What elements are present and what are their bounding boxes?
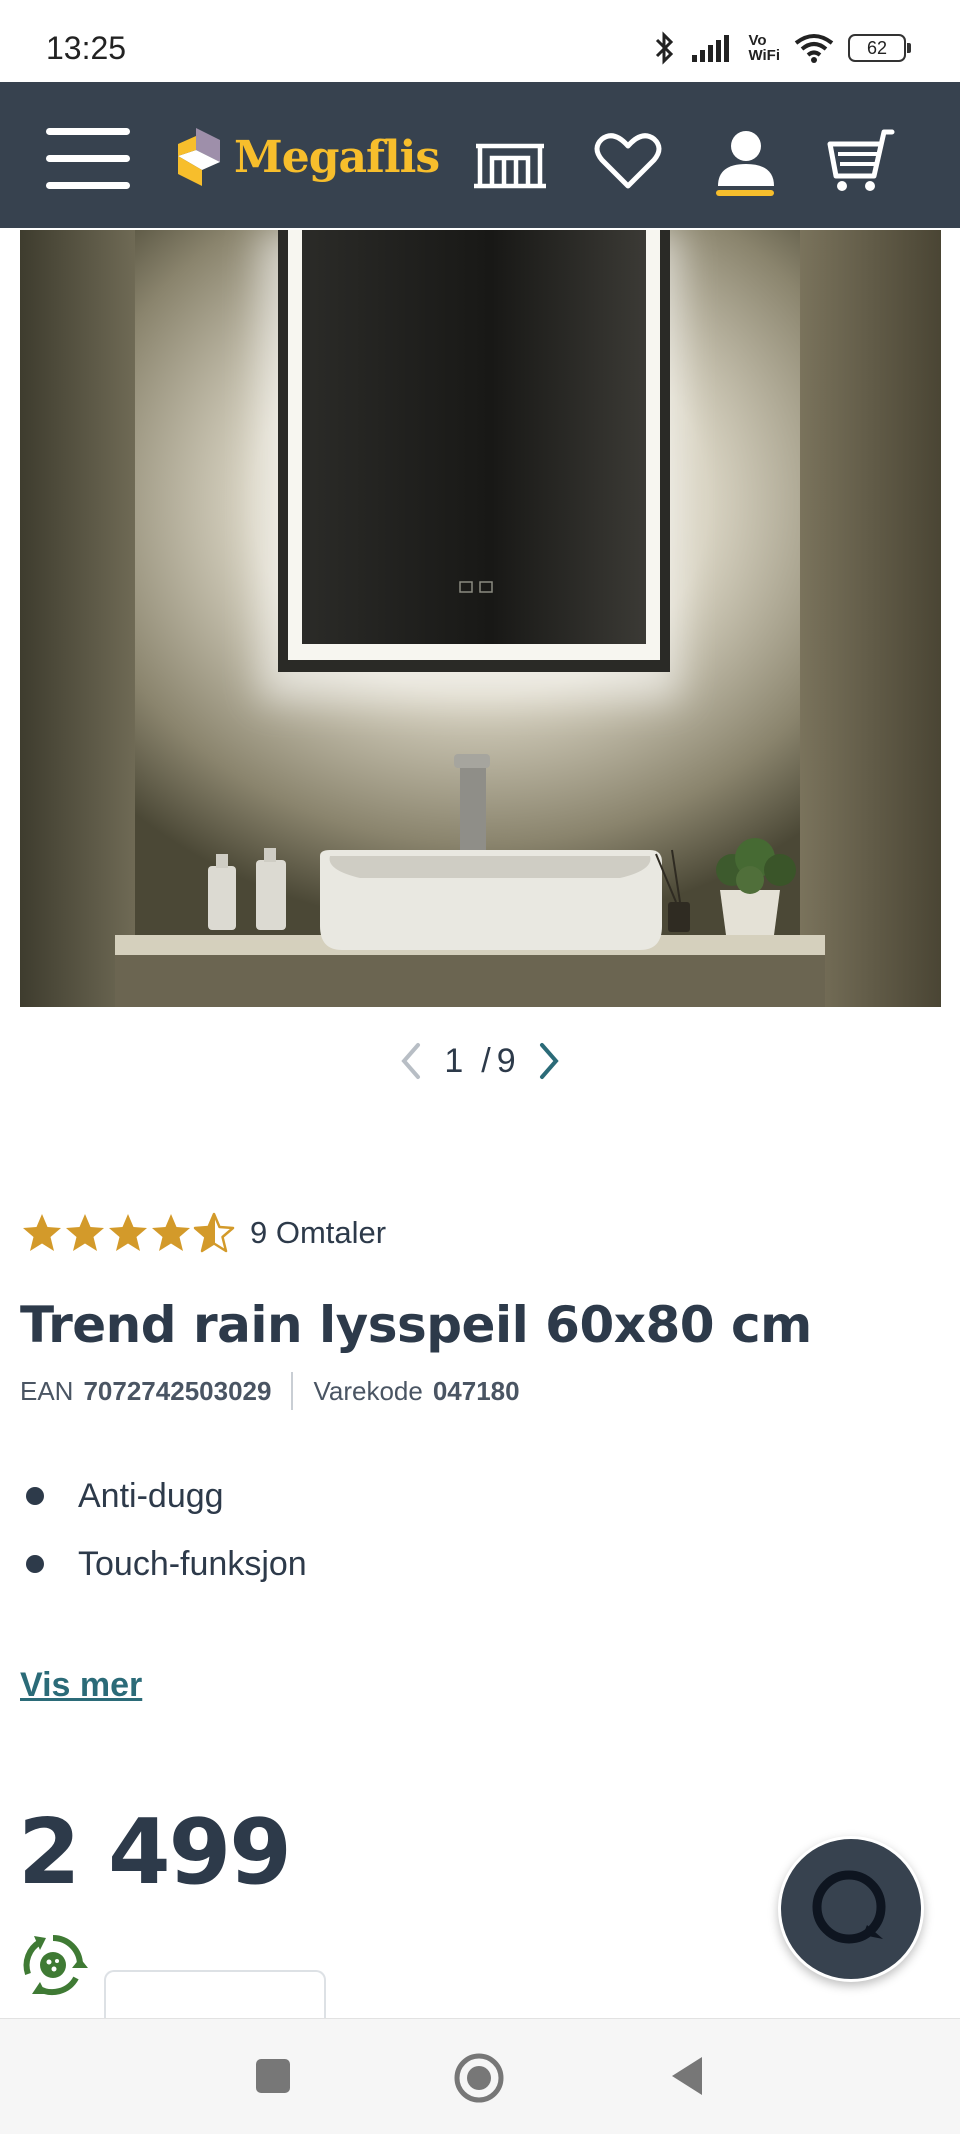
product-rating[interactable]: 9 Omtaler <box>20 1208 386 1258</box>
recents-icon[interactable] <box>248 2051 298 2101</box>
feature-label: Anti-dugg <box>78 1476 224 1515</box>
status-bar: 13:25 Vo WiFi 62 <box>0 0 960 82</box>
gallery-current: 1 <box>444 1041 464 1080</box>
brand-name: Megaflis <box>234 131 440 183</box>
reviews-count[interactable]: 9 Omtaler <box>250 1215 386 1251</box>
bluetooth-icon <box>656 31 674 65</box>
eco-recycle-icon[interactable] <box>18 1930 88 2000</box>
product-price: 2 499 <box>18 1800 292 1905</box>
heart-icon[interactable] <box>588 126 668 196</box>
home-icon[interactable] <box>452 2051 504 2103</box>
bullet-icon <box>26 1555 44 1573</box>
feature-item: Anti-dugg <box>20 1462 307 1530</box>
gallery-total: 9 <box>496 1041 516 1080</box>
ean-value: 7072742503029 <box>83 1375 272 1406</box>
status-time: 13:25 <box>46 30 127 66</box>
site-header: Megaflis <box>0 82 960 228</box>
chevron-left-icon[interactable] <box>396 1041 426 1081</box>
feature-list: Anti-dugg Touch-funksjon <box>20 1462 307 1598</box>
signal-icon <box>692 35 730 62</box>
feature-item: Touch-funksjon <box>20 1530 307 1598</box>
menu-icon[interactable] <box>46 128 130 189</box>
eco-info-box <box>104 1970 326 2022</box>
chat-icon <box>812 1870 886 1944</box>
status-icons: Vo WiFi 62 <box>654 28 911 68</box>
battery-icon: 62 <box>848 34 911 62</box>
code-label: Varekode <box>313 1375 423 1406</box>
system-nav-bar <box>0 2018 960 2134</box>
vowifi-icon: Vo WiFi <box>748 32 780 64</box>
wifi-icon <box>794 34 834 63</box>
account-active-indicator <box>716 190 774 196</box>
product-title: Trend rain lysspeil 60x80 cm <box>20 1296 812 1354</box>
product-codes: EAN 7072742503029 Varekode 047180 <box>20 1372 520 1410</box>
gallery-pager: 1 / 9 <box>0 1036 960 1086</box>
logo[interactable]: Megaflis <box>174 122 440 192</box>
ean-label: EAN <box>20 1375 74 1406</box>
rating-stars-icon <box>23 1212 235 1253</box>
feature-label: Touch-funksjon <box>78 1544 307 1583</box>
chevron-right-icon[interactable] <box>534 1041 564 1081</box>
chat-button[interactable] <box>778 1836 924 1982</box>
back-icon[interactable] <box>664 2051 714 2101</box>
logo-mark-icon <box>178 128 220 186</box>
cart-icon[interactable] <box>822 126 902 196</box>
showroom-icon[interactable] <box>470 126 550 196</box>
account-icon[interactable] <box>706 126 786 196</box>
show-more-link[interactable]: Vis mer <box>20 1666 142 1705</box>
codes-divider <box>291 1372 294 1410</box>
code-value: 047180 <box>432 1375 520 1406</box>
product-image[interactable] <box>20 230 941 1007</box>
bullet-icon <box>26 1487 44 1505</box>
gallery-separator: / <box>481 1041 491 1080</box>
